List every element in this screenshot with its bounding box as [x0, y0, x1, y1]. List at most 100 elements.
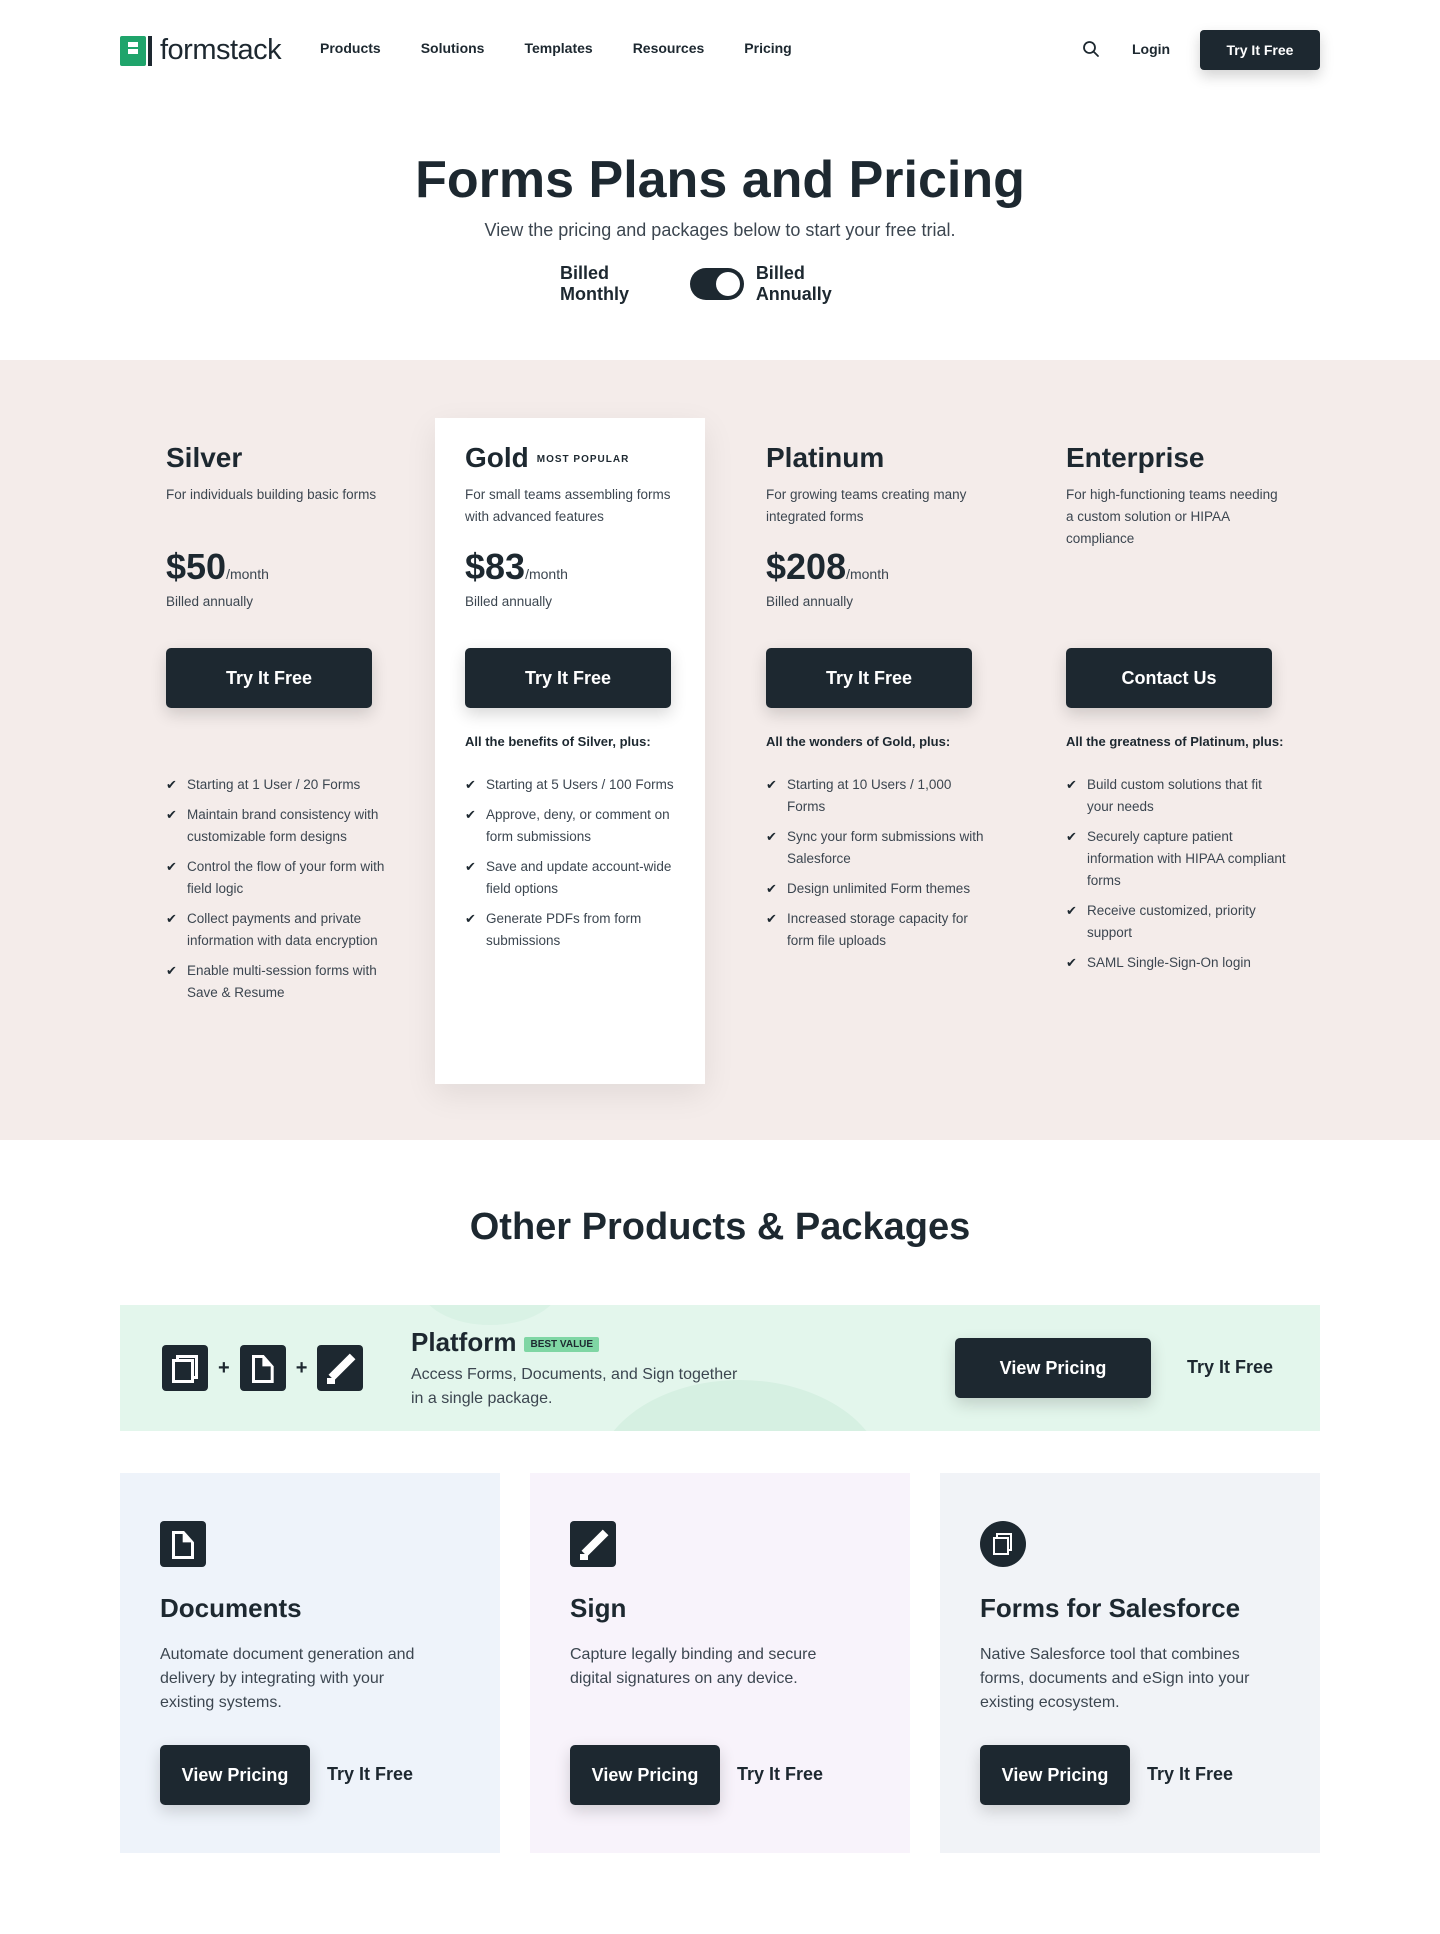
gold-try-free-button[interactable]: Try It Free — [465, 648, 671, 708]
check-icon: ✔ — [166, 807, 177, 822]
plan-card-gold: Gold MOST POPULAR For small teams assembl… — [435, 418, 705, 1084]
product-card-sign: Sign Capture legally binding and secure … — [530, 1473, 910, 1853]
check-icon: ✔ — [166, 777, 177, 792]
check-icon: ✔ — [766, 881, 777, 896]
plan-card-silver: Silver For individuals building basic fo… — [136, 418, 406, 1084]
formstack-logo[interactable]: formstack — [120, 34, 282, 67]
header-try-free-button[interactable]: Try It Free — [1200, 30, 1320, 70]
documents-try-free-link[interactable]: Try It Free — [327, 1764, 413, 1785]
product-description: Native Salesforce tool that combines for… — [980, 1646, 1250, 1711]
check-icon: ✔ — [166, 911, 177, 926]
nav-item-solutions[interactable]: Solutions — [421, 40, 485, 56]
feature-item: ✔ Increased storage capacity for form fil… — [766, 908, 986, 952]
salesforce-view-pricing-button[interactable]: View Pricing — [980, 1745, 1130, 1805]
check-icon: ✔ — [1066, 903, 1077, 918]
nav-item-resources[interactable]: Resources — [633, 40, 705, 56]
product-title: Documents — [160, 1593, 302, 1623]
plus-sign: + — [295, 1356, 308, 1379]
check-icon: ✔ — [166, 859, 177, 874]
product-title: Forms for Salesforce — [980, 1593, 1241, 1623]
check-icon: ✔ — [465, 859, 476, 874]
plan-name: Gold MOST POPULAR — [465, 442, 630, 473]
feature-item: ✔ Receive customized, priority support — [1066, 900, 1286, 944]
platform-banner: + + Platform BEST VALUE Access Forms, Doc… — [120, 1305, 1320, 1431]
documents-view-pricing-button[interactable]: View Pricing — [160, 1745, 310, 1805]
plan-description: For growing teams creating many integrat… — [766, 487, 967, 524]
plan-description: For high-functioning teams needing a cus… — [1066, 487, 1278, 546]
plan-description: For individuals building basic forms — [166, 487, 377, 502]
forms-icon — [162, 1345, 208, 1391]
search-icon[interactable] — [1082, 40, 1100, 58]
plan-billing-note: Billed annually — [766, 594, 854, 609]
contact-us-button[interactable]: Contact Us — [1066, 648, 1272, 708]
check-icon: ✔ — [465, 777, 476, 792]
billed-annually-label[interactable]: Billed Annually — [756, 263, 880, 305]
formstack-logo-icon — [120, 35, 154, 66]
feature-item: ✔ Starting at 5 Users / 100 Forms — [465, 774, 685, 796]
product-description: Capture legally binding and secure digit… — [570, 1646, 817, 1687]
feature-item: ✔ Collect payments and private informatio… — [166, 908, 386, 952]
nav-item-templates[interactable]: Templates — [524, 40, 592, 56]
feature-item: ✔ Maintain brand consistency with customi… — [166, 804, 386, 848]
platform-view-pricing-button[interactable]: View Pricing — [955, 1338, 1151, 1398]
plan-billing-note: Billed annually — [465, 594, 553, 609]
feature-item: ✔ Sync your form submissions with Salesfo… — [766, 826, 986, 870]
check-icon: ✔ — [465, 807, 476, 822]
plan-price: $83/month — [465, 546, 568, 587]
decorative-shape — [420, 1305, 560, 1325]
page-subtitle: View the pricing and packages below to s… — [484, 220, 956, 240]
check-icon: ✔ — [1066, 955, 1077, 970]
feature-item: ✔ Enable multi-session forms with Save & … — [166, 960, 386, 1004]
login-link[interactable]: Login — [1132, 41, 1170, 57]
documents-icon — [239, 1345, 286, 1391]
plan-features: ✔ Build custom solutions that fit your ne… — [1066, 774, 1286, 982]
check-icon: ✔ — [1066, 829, 1077, 844]
logo-text: formstack — [160, 34, 282, 66]
feature-item: ✔ Save and update account-wide field opti… — [465, 856, 685, 900]
check-icon: ✔ — [166, 963, 177, 978]
platform-try-free-link[interactable]: Try It Free — [1187, 1357, 1273, 1378]
plan-features: ✔ Starting at 5 Users / 100 Forms ✔ Approv… — [465, 774, 685, 960]
nav-item-products[interactable]: Products — [320, 40, 381, 56]
plan-features: ✔ Starting at 1 User / 20 Forms ✔ Maintain… — [166, 774, 386, 1012]
nav-item-pricing[interactable]: Pricing — [744, 40, 791, 56]
platinum-try-free-button[interactable]: Try It Free — [766, 648, 972, 708]
best-value-badge: BEST VALUE — [524, 1336, 600, 1352]
check-icon: ✔ — [1066, 777, 1077, 792]
check-icon: ✔ — [766, 777, 777, 792]
plan-price: $50/month — [166, 546, 269, 587]
plan-features-lead: All the greatness of Platinum, plus: — [1066, 734, 1284, 749]
plan-name: Enterprise — [1066, 442, 1205, 473]
feature-item: ✔ Design unlimited Form themes — [766, 878, 986, 900]
nav-links: Products Solutions Templates Resources P… — [320, 40, 792, 56]
sign-view-pricing-button[interactable]: View Pricing — [570, 1745, 720, 1805]
feature-item: ✔ Approve, deny, or comment on form submi… — [465, 804, 685, 848]
sign-try-free-link[interactable]: Try It Free — [737, 1764, 823, 1785]
plan-description: For small teams assembling forms with ad… — [465, 487, 671, 524]
product-card-documents: Documents Automate document generation a… — [120, 1473, 500, 1853]
plan-price: $208/month — [766, 546, 889, 587]
feature-item: ✔ Generate PDFs from form submissions — [465, 908, 685, 952]
sign-pen-icon — [570, 1521, 616, 1567]
billing-toggle[interactable] — [690, 268, 744, 300]
platform-description: Access Forms, Documents, and Sign togeth… — [411, 1366, 738, 1407]
feature-item: ✔ Starting at 1 User / 20 Forms — [166, 774, 386, 796]
plan-billing-note: Billed annually — [166, 594, 254, 609]
page-title: Forms Plans and Pricing — [415, 151, 1025, 209]
salesforce-try-free-link[interactable]: Try It Free — [1147, 1764, 1233, 1785]
plan-card-platinum: Platinum For growing teams creating many… — [736, 418, 1006, 1084]
product-title: Sign — [570, 1593, 627, 1623]
feature-item: ✔ Securely capture patient information wi… — [1066, 826, 1286, 892]
plan-features-lead: All the wonders of Gold, plus: — [766, 734, 951, 749]
check-icon: ✔ — [465, 911, 476, 926]
toggle-knob — [715, 272, 740, 296]
plan-features-lead: All the benefits of Silver, plus: — [465, 734, 651, 749]
feature-item: ✔ SAML Single-Sign-On login — [1066, 952, 1286, 974]
plan-name: Silver — [166, 442, 243, 473]
feature-item: ✔ Build custom solutions that fit your ne… — [1066, 774, 1286, 818]
check-icon: ✔ — [766, 829, 777, 844]
top-navigation: formstack Products Solutions Templates R… — [0, 0, 1440, 100]
forms-for-salesforce-icon — [980, 1521, 1026, 1567]
billed-monthly-label[interactable]: Billed Monthly — [560, 263, 678, 305]
silver-try-free-button[interactable]: Try It Free — [166, 648, 372, 708]
